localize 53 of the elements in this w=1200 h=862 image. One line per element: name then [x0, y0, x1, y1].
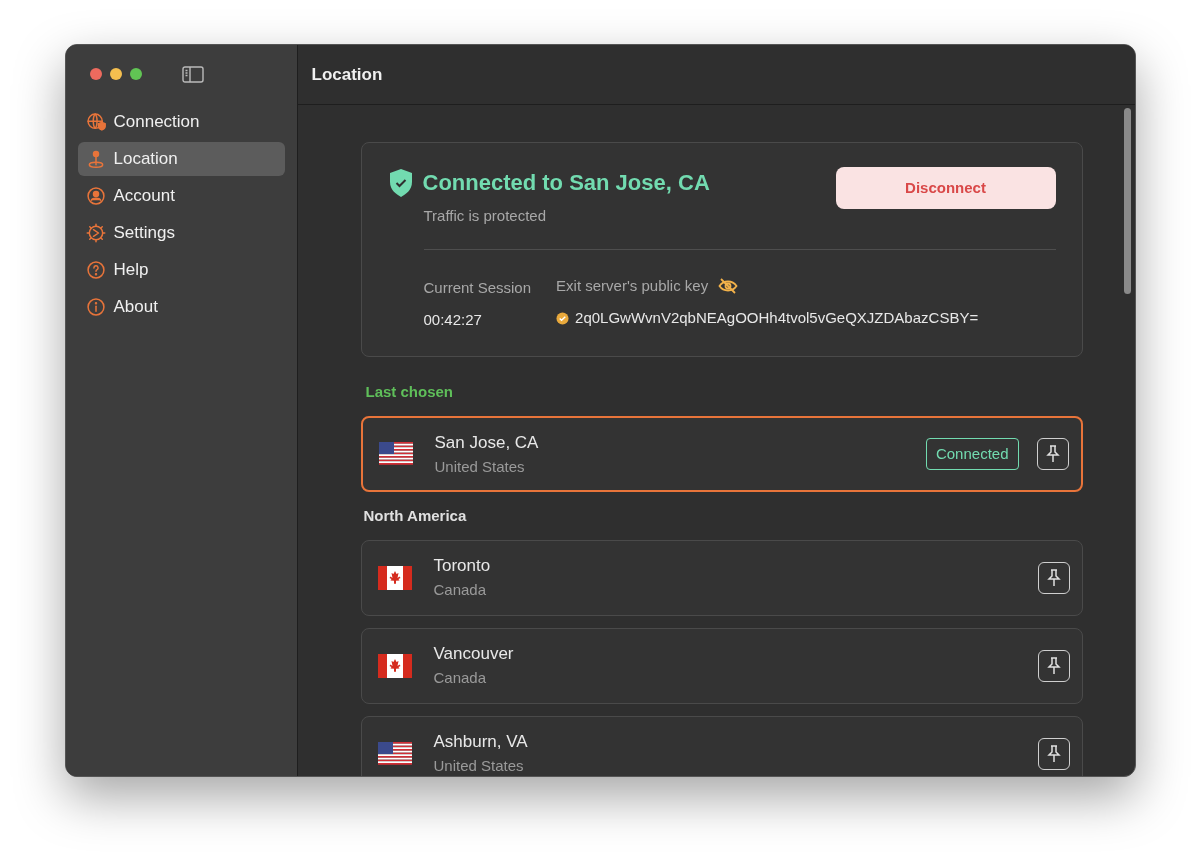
shield-check-icon [387, 167, 414, 198]
pin-button[interactable] [1037, 561, 1070, 594]
zoom-button[interactable] [129, 68, 142, 80]
city-name: Vancouver [433, 644, 515, 664]
minimize-button[interactable] [109, 68, 122, 80]
sidebar-item[interactable]: Connection [77, 105, 285, 139]
scrollbar[interactable] [1123, 108, 1131, 294]
page-title: Location [311, 63, 383, 86]
session-label: Current Session [423, 277, 532, 298]
city-name: Toronto [433, 556, 492, 576]
flag-icon [377, 653, 412, 678]
flag-icon [377, 741, 412, 766]
section-heading: Last chosen [365, 381, 455, 402]
pin-icon [1045, 445, 1060, 463]
eye-slash-icon[interactable] [718, 277, 739, 294]
country-name: United States [433, 757, 525, 775]
gear-icon [85, 223, 106, 243]
pin-icon [1046, 568, 1061, 587]
close-button[interactable] [89, 68, 102, 80]
flag-icon [377, 565, 412, 590]
country-name: Canada [433, 581, 488, 599]
section-heading: North America [363, 506, 468, 526]
globe-icon [85, 112, 106, 132]
sidebar-item[interactable]: About [77, 290, 285, 324]
help-icon [85, 260, 106, 280]
pin-icon [1046, 744, 1061, 763]
pin-button[interactable] [1037, 737, 1070, 770]
location-row[interactable]: San Jose, CA United States Connected [360, 416, 1083, 492]
location-row[interactable]: Vancouver Canada [360, 627, 1083, 704]
sidebar-item[interactable]: Settings [77, 216, 285, 250]
pin-button[interactable] [1037, 649, 1070, 682]
location-row[interactable]: Toronto Canada [360, 539, 1083, 616]
sidebar-item[interactable]: Account [77, 179, 285, 213]
connected-badge: Connected [925, 437, 1019, 471]
connection-status: Connected to San Jose, CA [422, 169, 710, 197]
session-time: 00:42:27 [423, 310, 483, 330]
sidebar-toggle-icon[interactable] [181, 65, 204, 83]
country-name: Canada [433, 669, 488, 687]
flag-icon [378, 442, 413, 466]
city-name: Ashburn, VA [433, 732, 529, 752]
public-key: 2q0LGwWvnV2qbNEAgOOHh4tvol5vGeQXJZDAbazCSBY= [575, 307, 979, 330]
verified-badge-icon [556, 311, 570, 325]
pin-button[interactable] [1036, 438, 1069, 470]
city-name: San Jose, CA [434, 432, 540, 453]
status-subtitle: Traffic is protected [423, 206, 548, 226]
user-icon [85, 186, 106, 206]
location-row[interactable]: Ashburn, VA United States [360, 715, 1083, 776]
sidebar-item[interactable]: Help [77, 253, 285, 287]
country-name: United States [434, 457, 526, 476]
pin-icon [1046, 656, 1061, 675]
key-label: Exit server's public key [556, 275, 709, 296]
sidebar-item[interactable]: Location [77, 142, 285, 176]
info-icon [85, 297, 106, 317]
